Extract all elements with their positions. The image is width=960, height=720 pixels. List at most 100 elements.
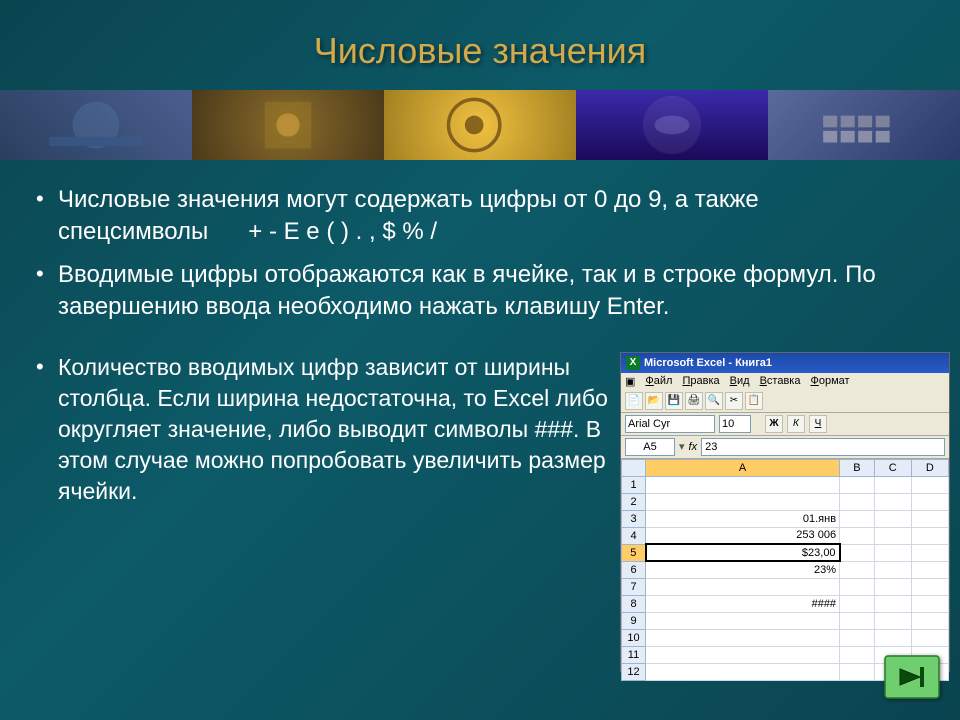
row-header[interactable]: 8: [622, 595, 646, 612]
cell[interactable]: [911, 629, 948, 646]
menu-insert[interactable]: Вставка: [760, 375, 801, 388]
cell[interactable]: [911, 510, 948, 527]
excel-toolbar: 📄 📂 💾 🖨 🔍 ✂ 📋: [621, 390, 949, 413]
cell[interactable]: 23%: [646, 561, 840, 578]
italic-button[interactable]: К: [787, 415, 805, 433]
col-headers: A B C D: [622, 459, 949, 476]
excel-app-icon: X: [626, 356, 640, 370]
next-button[interactable]: [884, 655, 940, 704]
cell[interactable]: [911, 493, 948, 510]
cell[interactable]: [874, 493, 911, 510]
formula-input[interactable]: 23: [701, 438, 945, 456]
font-select[interactable]: [625, 415, 715, 433]
cell[interactable]: [911, 476, 948, 493]
copy-icon[interactable]: 📋: [745, 392, 763, 410]
cell[interactable]: [911, 612, 948, 629]
cell[interactable]: [840, 595, 875, 612]
cell[interactable]: [646, 629, 840, 646]
row-header[interactable]: 2: [622, 493, 646, 510]
cell[interactable]: [840, 527, 875, 544]
cell[interactable]: [840, 510, 875, 527]
row-header[interactable]: 7: [622, 578, 646, 595]
cell[interactable]: [874, 612, 911, 629]
cell[interactable]: ####: [646, 595, 840, 612]
col-C[interactable]: C: [874, 459, 911, 476]
table-row: 7: [622, 578, 949, 595]
preview-icon[interactable]: 🔍: [705, 392, 723, 410]
slide-title: Числовые значения: [0, 0, 960, 90]
cell[interactable]: [874, 595, 911, 612]
cell[interactable]: [874, 544, 911, 561]
menu-file[interactable]: Файл: [645, 375, 672, 388]
table-row: 2: [622, 493, 949, 510]
cell[interactable]: 253 006: [646, 527, 840, 544]
open-icon[interactable]: 📂: [645, 392, 663, 410]
excel-menu-icon: ▣: [625, 375, 635, 388]
cell[interactable]: [874, 629, 911, 646]
new-icon[interactable]: 📄: [625, 392, 643, 410]
cell[interactable]: [874, 578, 911, 595]
cell[interactable]: [874, 561, 911, 578]
table-row: 8####: [622, 595, 949, 612]
cell[interactable]: [840, 629, 875, 646]
row-header[interactable]: 9: [622, 612, 646, 629]
row-header[interactable]: 4: [622, 527, 646, 544]
underline-button[interactable]: Ч: [809, 415, 827, 433]
cell[interactable]: [646, 493, 840, 510]
row-header[interactable]: 11: [622, 646, 646, 663]
cell[interactable]: [874, 527, 911, 544]
cell[interactable]: [874, 476, 911, 493]
cell[interactable]: [840, 663, 875, 680]
save-icon[interactable]: 💾: [665, 392, 683, 410]
select-all[interactable]: [622, 459, 646, 476]
cell[interactable]: [646, 663, 840, 680]
menu-edit[interactable]: Правка: [682, 375, 719, 388]
cell[interactable]: [840, 578, 875, 595]
excel-title-text: Microsoft Excel - Книга1: [644, 357, 772, 369]
row-header[interactable]: 1: [622, 476, 646, 493]
cell[interactable]: [840, 544, 875, 561]
cell[interactable]: [646, 578, 840, 595]
size-select[interactable]: [719, 415, 751, 433]
cell[interactable]: [840, 646, 875, 663]
cell[interactable]: 01.янв: [646, 510, 840, 527]
bullets-top: Числовые значения могут содержать цифры …: [0, 160, 960, 324]
row-header[interactable]: 6: [622, 561, 646, 578]
cell[interactable]: [911, 544, 948, 561]
row-header[interactable]: 3: [622, 510, 646, 527]
dropdown-icon[interactable]: ▾: [679, 440, 685, 453]
bullet-1: Числовые значения могут содержать цифры …: [30, 184, 930, 249]
cell[interactable]: [646, 612, 840, 629]
print-icon[interactable]: 🖨: [685, 392, 703, 410]
table-row: 623%: [622, 561, 949, 578]
col-D[interactable]: D: [911, 459, 948, 476]
menu-view[interactable]: Вид: [730, 375, 750, 388]
cell[interactable]: [646, 646, 840, 663]
cell[interactable]: [840, 561, 875, 578]
col-A[interactable]: A: [646, 459, 840, 476]
row-header[interactable]: 12: [622, 663, 646, 680]
cell[interactable]: $23,00: [646, 544, 840, 561]
table-row: 5$23,00: [622, 544, 949, 561]
excel-formulabar: A5 ▾ fx 23: [621, 436, 949, 459]
row-header[interactable]: 10: [622, 629, 646, 646]
bold-button[interactable]: Ж: [765, 415, 783, 433]
fx-icon[interactable]: fx: [689, 441, 698, 453]
row-header[interactable]: 5: [622, 544, 646, 561]
col-B[interactable]: B: [840, 459, 875, 476]
cell[interactable]: [646, 476, 840, 493]
cell[interactable]: [911, 561, 948, 578]
menu-format[interactable]: Формат: [810, 375, 849, 388]
cell[interactable]: [840, 476, 875, 493]
name-box[interactable]: A5: [625, 438, 675, 456]
cell[interactable]: [911, 595, 948, 612]
cut-icon[interactable]: ✂: [725, 392, 743, 410]
cell[interactable]: [874, 510, 911, 527]
excel-grid: A B C D 12301.янв4253 0065$23,00623%78##…: [621, 459, 949, 681]
cell[interactable]: [840, 612, 875, 629]
bullets-left: Количество вводимых цифр зависит от шири…: [30, 352, 612, 672]
cell[interactable]: [911, 578, 948, 595]
cell[interactable]: [840, 493, 875, 510]
excel-menubar: ▣ Файл Правка Вид Вставка Формат: [621, 373, 949, 390]
cell[interactable]: [911, 527, 948, 544]
